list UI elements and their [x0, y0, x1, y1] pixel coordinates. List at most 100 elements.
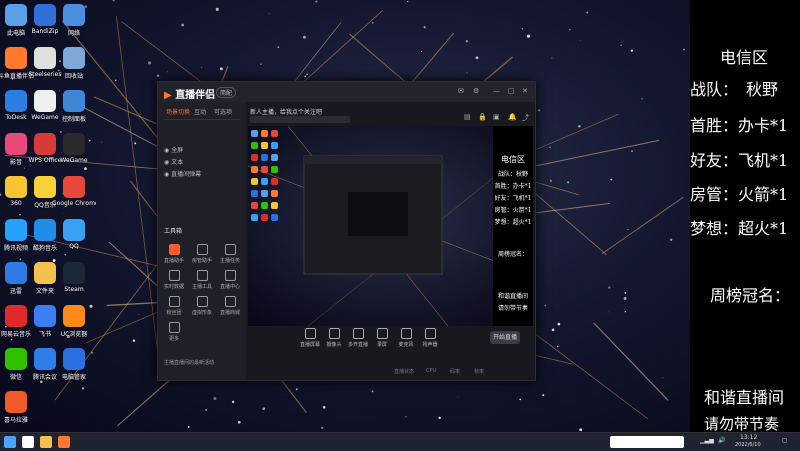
- clock-time[interactable]: 13:12: [740, 434, 757, 441]
- tool-label: 直播中心: [218, 283, 242, 290]
- friend-line: 好友：飞机*1: [690, 147, 788, 171]
- bottom-button-icon: [377, 328, 388, 339]
- close-icon[interactable]: ✕: [522, 87, 528, 95]
- share-icon[interactable]: ⤴: [522, 113, 529, 123]
- stream-title[interactable]: 新人主播，给我点个关注吧: [250, 107, 322, 116]
- preview-app-icon: [251, 142, 258, 149]
- toolbox-item[interactable]: 主播任务: [218, 244, 242, 264]
- app-icon: [63, 133, 85, 155]
- tab-interact[interactable]: 互动: [194, 107, 206, 116]
- toolbox-item[interactable]: 虚拟形象: [190, 296, 214, 316]
- start-button[interactable]: [4, 436, 16, 448]
- lock-icon[interactable]: 🔒: [478, 113, 487, 121]
- volume-icon[interactable]: 🔊: [718, 437, 725, 444]
- preview-app-icon: [271, 214, 278, 221]
- desktop-icon[interactable]: UC浏览器: [52, 305, 96, 338]
- desktop-icon[interactable]: 网络: [52, 4, 96, 37]
- bell-icon[interactable]: 🔔: [508, 113, 517, 121]
- toolbox-item[interactable]: 实时数据: [162, 270, 186, 290]
- tool-label: 更多: [162, 335, 186, 342]
- tab-scene[interactable]: 场景切换: [166, 107, 190, 116]
- tool-label: 直播助手: [162, 257, 186, 264]
- scene-row[interactable]: ◉ 直播间弹幕: [164, 169, 201, 178]
- desktop-icon[interactable]: Google Chrome: [52, 176, 96, 207]
- toolbox-item[interactable]: 主播工具: [190, 270, 214, 290]
- desktop: 此电脑BandiZip网络斗鱼直播伴侣Steelseries回收站ToDeskW…: [0, 0, 690, 432]
- bottom-button[interactable]: 录屏: [370, 328, 394, 348]
- bottom-button-icon: [425, 328, 436, 339]
- toolbox-item[interactable]: 粉丝团: [162, 296, 186, 316]
- bottom-button-icon: [305, 328, 316, 339]
- clock-date[interactable]: 2022/6/10: [735, 442, 761, 448]
- tool-label: 房管助手: [190, 257, 214, 264]
- preview-app-icon: [251, 130, 258, 137]
- desktop-icon-label: WeGame: [52, 157, 96, 164]
- preview-app-icon: [251, 202, 258, 209]
- bottom-button-label: 麦克风: [394, 341, 418, 348]
- svg-text:好友：飞机*1: 好友：飞机*1: [495, 194, 532, 202]
- preview-app-icon: [271, 202, 278, 209]
- file-explorer-icon[interactable]: [40, 436, 52, 448]
- minimize-icon[interactable]: —: [493, 87, 500, 95]
- desktop-icon[interactable]: 电脑管家: [52, 348, 96, 381]
- app-logo: ▶ 直播伴侣: [164, 86, 215, 101]
- scene-row[interactable]: ◉ 全屏: [164, 145, 183, 154]
- bottom-button[interactable]: 摄像头: [322, 328, 346, 348]
- toolbox-item[interactable]: 直播助手: [162, 244, 186, 264]
- search-icon[interactable]: [22, 436, 34, 448]
- desktop-icon[interactable]: 控制面板: [52, 90, 96, 123]
- main-area: 新人主播，给我点个关注吧 ▤ 🔒 ▣ 🔔 ⤴: [246, 102, 535, 380]
- tool-icon: [169, 296, 180, 307]
- mail-icon[interactable]: ✉: [458, 87, 464, 95]
- preview-app-icon: [251, 178, 258, 185]
- toolbox-item[interactable]: 更多: [162, 322, 186, 342]
- tool-icon: [169, 244, 180, 255]
- settings-icon[interactable]: ⚙: [473, 87, 479, 95]
- preview-app-icon: [251, 166, 258, 173]
- preview-app-icon: [261, 166, 268, 173]
- svg-text:周榜冠名：: 周榜冠名：: [498, 250, 528, 258]
- toolbox-title: 工具箱: [164, 226, 182, 235]
- status-bitrate: 码率: [450, 368, 460, 375]
- app-icon: [63, 47, 85, 69]
- app-icon: [63, 4, 85, 26]
- toolbox-item[interactable]: 房管助手: [190, 244, 214, 264]
- toolbox-item[interactable]: 直播中心: [218, 270, 242, 290]
- maximize-icon[interactable]: □: [508, 87, 515, 95]
- preview-app-icon: [261, 178, 268, 185]
- bottom-button-icon: [329, 328, 340, 339]
- network-icon[interactable]: ▁▃▅: [700, 437, 714, 444]
- region-title: 电信区: [720, 44, 768, 68]
- first-win-line: 首胜：办卡*1: [690, 112, 788, 136]
- preview-app-icon: [261, 130, 268, 137]
- desktop-icon-label: Google Chrome: [52, 200, 96, 207]
- preview-app-icon: [251, 190, 258, 197]
- bottom-button[interactable]: 直播屏幕: [298, 328, 322, 348]
- desktop-icon[interactable]: 喜马拉雅: [0, 391, 38, 424]
- desktop-icon[interactable]: 回收站: [52, 47, 96, 80]
- live-companion-window: ▶ 直播伴侣 简配 ✉ ⚙ — □ ✕ 场景切换 互动 可选项 ◉ 全屏 ◉ 文…: [157, 81, 536, 381]
- tab-options[interactable]: 可选项: [214, 107, 232, 116]
- screen-icon[interactable]: ▣: [493, 113, 500, 121]
- preview-app-icon: [271, 130, 278, 137]
- live-companion-taskbar-icon[interactable]: [58, 436, 70, 448]
- stream-preview[interactable]: 电信区 战队：秋野 首胜：办卡*1 好友：飞机*1 房管：火箭*1 梦想：超火*…: [248, 126, 533, 326]
- bottom-button[interactable]: 扬声器: [418, 328, 442, 348]
- layout-icon[interactable]: ▤: [464, 113, 471, 121]
- tool-icon: [169, 270, 180, 281]
- notification-icon[interactable]: ▢: [782, 437, 788, 444]
- desktop-icon[interactable]: QQ: [52, 219, 96, 250]
- svg-text:房管：火箭*1: 房管：火箭*1: [495, 206, 532, 214]
- svg-text:请勿带节奏: 请勿带节奏: [498, 304, 528, 312]
- tool-label: 实时数据: [162, 283, 186, 290]
- desktop-icon[interactable]: WeGame: [52, 133, 96, 164]
- bottom-button[interactable]: 多开直播: [346, 328, 370, 348]
- category-bar[interactable]: [250, 116, 350, 123]
- scene-row[interactable]: ◉ 文本: [164, 157, 183, 166]
- start-live-button[interactable]: 开始直播: [490, 331, 520, 344]
- bottom-button[interactable]: 麦克风: [394, 328, 418, 348]
- ime-toolbar[interactable]: [610, 436, 684, 448]
- desktop-icon[interactable]: Steam: [52, 262, 96, 293]
- toolbox-item[interactable]: 直播商城: [218, 296, 242, 316]
- version-badge[interactable]: 简配: [216, 87, 236, 98]
